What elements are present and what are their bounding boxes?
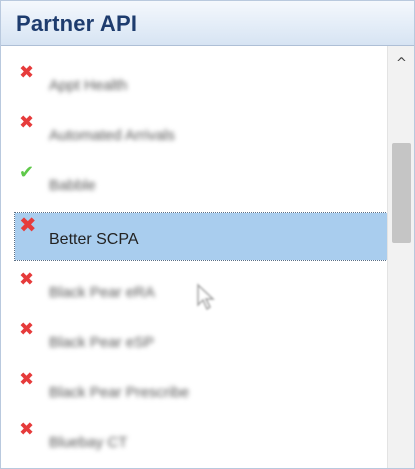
item-label: Black Pear Prescribe bbox=[49, 384, 190, 401]
item-label: Automated Arrivals bbox=[49, 127, 175, 144]
x-mark-icon: ✖ bbox=[19, 419, 35, 440]
item-label: Appt Health bbox=[49, 77, 128, 94]
x-mark-icon: ✖ bbox=[19, 62, 35, 83]
list-item[interactable]: ✖ Appt Health bbox=[15, 59, 387, 106]
list-item[interactable]: ✔ Babble bbox=[15, 159, 387, 206]
check-mark-icon: ✔ bbox=[19, 162, 35, 183]
scroll-thumb[interactable] bbox=[392, 143, 411, 243]
x-mark-icon: ✖ bbox=[19, 213, 37, 237]
panel-header: Partner API bbox=[1, 1, 414, 46]
mouse-pointer-icon bbox=[197, 283, 215, 311]
item-label: Bluebay CT bbox=[49, 434, 128, 451]
list-item[interactable]: ✖ Black Pear eSP bbox=[15, 316, 387, 363]
x-mark-icon: ✖ bbox=[19, 369, 35, 390]
x-mark-icon: ✖ bbox=[19, 269, 35, 290]
vertical-scrollbar[interactable]: ^ bbox=[387, 46, 414, 468]
list-item[interactable]: ✖ Bluebay CT bbox=[15, 416, 387, 463]
chevron-up-icon[interactable]: ^ bbox=[388, 54, 414, 74]
list-item-selected[interactable]: ✖ Better SCPA bbox=[14, 212, 387, 261]
list-item[interactable]: ✖ Automated Arrivals bbox=[15, 109, 387, 156]
x-mark-icon: ✖ bbox=[19, 112, 35, 133]
item-label: Black Pear eSP bbox=[49, 334, 155, 351]
list-item[interactable]: ✖ Black Pear Prescribe bbox=[15, 366, 387, 413]
panel-title: Partner API bbox=[16, 11, 138, 36]
partner-api-panel: Partner API ✖ Appt Health ✖ Automated Ar… bbox=[0, 0, 415, 469]
x-mark-icon: ✖ bbox=[19, 319, 35, 340]
item-label: Black Pear eRA bbox=[49, 284, 155, 301]
partner-list: ✖ Appt Health ✖ Automated Arrivals ✔ Bab… bbox=[1, 46, 387, 468]
item-label: Babble bbox=[49, 177, 96, 194]
item-label: Better SCPA bbox=[49, 231, 139, 248]
